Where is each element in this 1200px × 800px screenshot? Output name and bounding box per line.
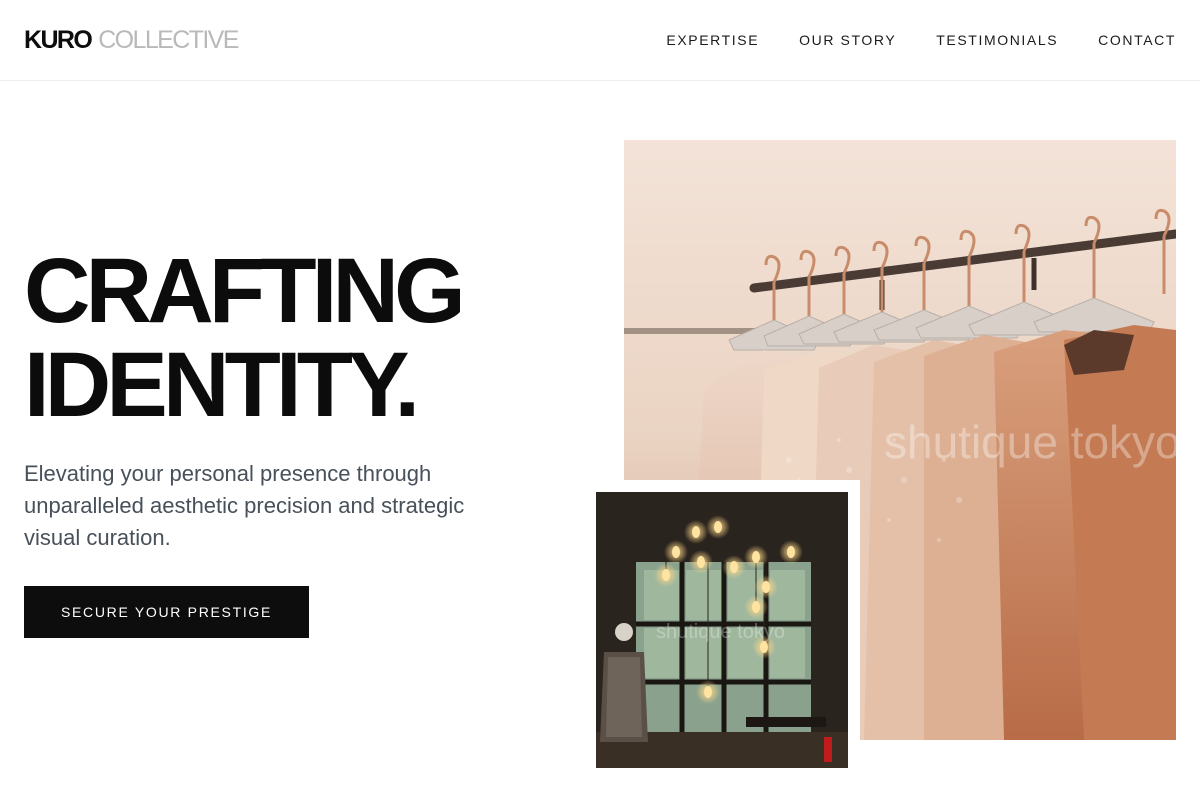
main-photo-watermark: shutique tokyo xyxy=(884,416,1176,468)
hero-title: CRAFTING IDENTITY. xyxy=(24,240,466,436)
boutique-interior-photo: shutique tokyo xyxy=(596,492,848,768)
hero-title-line-2: IDENTITY. xyxy=(24,334,420,436)
cta-button[interactable]: SECURE YOUR PRESTIGE xyxy=(24,586,309,638)
inset-photo-watermark: shutique tokyo xyxy=(656,621,785,643)
main-nav: EXPERTISE OUR STORY TESTIMONIALS CONTACT xyxy=(666,32,1176,48)
logo-secondary: COLLECTIVE xyxy=(98,25,239,54)
hero-subtitle: Elevating your personal presence through… xyxy=(24,461,465,550)
nav-testimonials[interactable]: TESTIMONIALS xyxy=(936,32,1058,48)
logo-primary: KURO xyxy=(24,25,93,54)
nav-expertise[interactable]: EXPERTISE xyxy=(666,32,759,48)
hero-title-line-1: CRAFTING xyxy=(24,240,466,342)
logo[interactable]: KURO COLLECTIVE xyxy=(24,25,239,55)
site-header: KURO COLLECTIVE EXPERTISE OUR STORY TEST… xyxy=(0,0,1200,81)
nav-contact[interactable]: CONTACT xyxy=(1098,32,1176,48)
nav-our-story[interactable]: OUR STORY xyxy=(799,32,896,48)
